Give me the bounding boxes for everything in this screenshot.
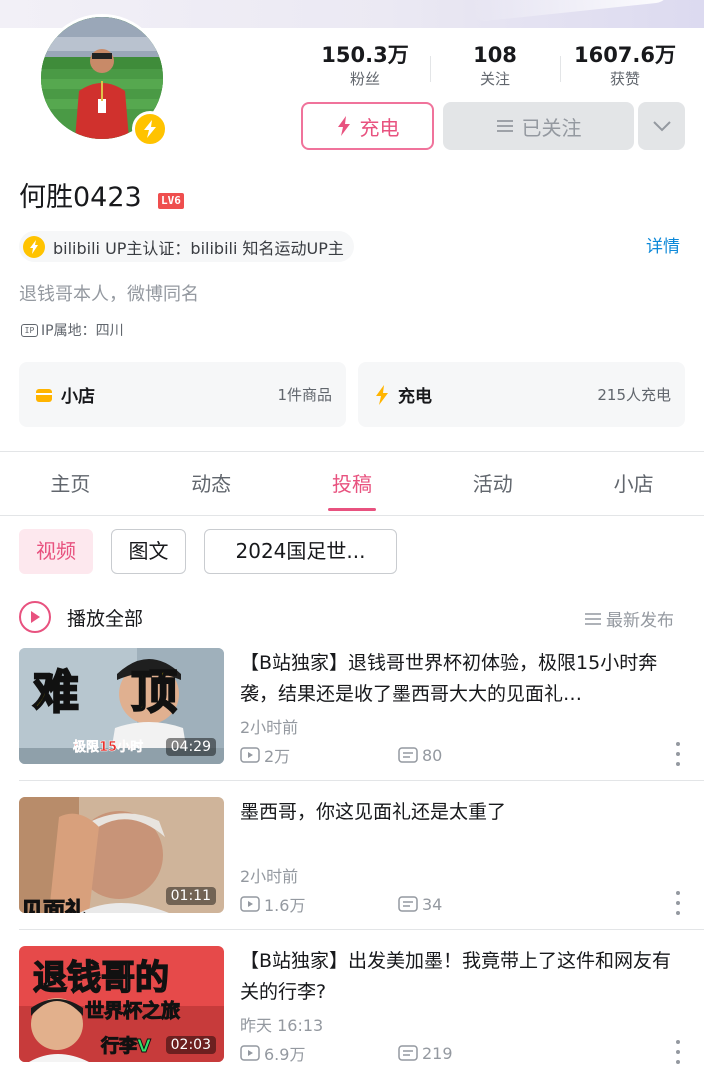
charge-card[interactable]: 充电 215人充电 (358, 362, 685, 427)
detail-link[interactable]: 详情 (646, 232, 680, 257)
comment-count: 80 (422, 745, 443, 765)
charge-card-info: 215人充电 (597, 386, 671, 404)
more-vertical-icon[interactable] (674, 1040, 682, 1064)
thumbnail-caption: 行李V (101, 1036, 152, 1058)
comment-count-icon (398, 1045, 418, 1061)
comment-count-icon (398, 896, 418, 912)
list-divider (19, 929, 704, 930)
stat-label: 粉丝 (349, 70, 380, 88)
play-count-icon (240, 896, 260, 912)
shop-card-info: 1件商品 (277, 386, 332, 404)
play-count: 6.9万 (264, 1045, 306, 1064)
certification-text: bilibili UP主认证：bilibili 知名运动UP主 (53, 238, 344, 258)
video-item[interactable]: 难 顶 极限15小时 04:29 【B站独家】退钱哥世界杯初体验，极限15小时奔… (0, 648, 704, 781)
video-time: 2小时前 (240, 718, 299, 737)
stat-label: 关注 (479, 70, 510, 88)
charge-button[interactable]: 充电 (301, 102, 434, 150)
sort-button[interactable]: 最新发布 (584, 606, 674, 631)
list-divider (19, 780, 704, 781)
profile-tabs: 主页 动态 投稿 活动 小店 (0, 462, 704, 516)
play-all-button[interactable]: 播放全部 (19, 601, 143, 633)
comment-count: 219 (422, 1043, 453, 1063)
chevron-down-icon (652, 121, 671, 132)
video-meta: 2万 80 (240, 743, 556, 767)
play-count: 1.6万 (264, 896, 306, 915)
thumbnail-caption: 退钱哥的 (32, 957, 170, 999)
thumbnail-caption: 见面礼 (20, 899, 88, 914)
stat-label: 获赞 (609, 70, 640, 88)
followed-button-label: 已关注 (521, 115, 582, 140)
bio: 退钱哥本人，微博同名 (19, 284, 199, 305)
stat-following[interactable]: 108 关注 (430, 42, 560, 92)
more-vertical-icon[interactable] (674, 742, 682, 766)
video-item[interactable]: 见面礼 01:11 墨西哥，你这见面礼还是太重了 2小时前 1.6万 34 (0, 797, 704, 930)
shop-card-title: 小店 (61, 387, 95, 407)
stats-bar: 150.3万 粉丝 108 关注 1607.6万 获赞 (300, 42, 690, 92)
play-all-label: 播放全部 (67, 607, 144, 630)
stat-value: 108 (473, 43, 517, 67)
video-item[interactable]: 退钱哥的 世界杯之旅 行李V 02:03 【B站独家】出发美加墨！我竟带上了这件… (0, 946, 704, 1078)
shop-card[interactable]: 小店 1件商品 (19, 362, 346, 427)
video-meta: 6.9万 219 (240, 1041, 556, 1065)
stat-likes[interactable]: 1607.6万 获赞 (560, 42, 690, 92)
play-count: 2万 (264, 747, 291, 766)
thumbnail-caption: 极限15小时 (73, 740, 144, 756)
play-count-icon (240, 1045, 260, 1061)
ip-location-text: IP属地：四川 (41, 323, 124, 339)
level-badge: LV6 (158, 193, 184, 209)
followed-button[interactable]: 已关注 (443, 102, 634, 150)
ip-icon: IP (21, 323, 38, 337)
video-duration: 02:03 (165, 1036, 216, 1054)
video-duration: 04:29 (165, 738, 216, 756)
lightning-icon (23, 235, 45, 258)
comment-count: 34 (422, 894, 443, 914)
thumbnail-caption: 世界杯之旅 (84, 1000, 181, 1023)
filter-article-chip[interactable]: 图文 (111, 529, 186, 574)
tab-home[interactable]: 主页 (0, 462, 141, 515)
tab-dynamic[interactable]: 动态 (141, 462, 282, 515)
thumbnail-caption: 难 顶 (32, 664, 196, 720)
video-time: 昨天 16:13 (240, 1016, 324, 1035)
video-title[interactable]: 【B站独家】出发美加墨！我竟带上了这件和网友有关的行李? (240, 946, 690, 1008)
video-title[interactable]: 墨西哥，你这见面礼还是太重了 (240, 797, 690, 828)
video-thumbnail[interactable]: 见面礼 01:11 (19, 797, 224, 913)
lightning-icon (337, 116, 350, 136)
stat-value: 1607.6万 (573, 43, 677, 67)
shop-icon (36, 388, 52, 402)
sort-label: 最新发布 (606, 611, 674, 631)
video-thumbnail[interactable]: 难 顶 极限15小时 04:29 (19, 648, 224, 764)
charge-card-title: 充电 (398, 387, 432, 407)
video-thumbnail[interactable]: 退钱哥的 世界杯之旅 行李V 02:03 (19, 946, 224, 1062)
video-time: 2小时前 (240, 867, 299, 886)
ip-location: IP IP属地：四川 (21, 320, 124, 340)
more-vertical-icon[interactable] (674, 891, 682, 915)
filter-video-chip[interactable]: 视频 (19, 529, 93, 574)
video-meta: 1.6万 34 (240, 892, 556, 916)
tab-activity[interactable]: 活动 (422, 462, 563, 515)
stat-value: 150.3万 (321, 43, 409, 67)
more-options-button[interactable] (638, 102, 685, 150)
play-count-icon (240, 747, 260, 763)
sort-icon (585, 612, 601, 625)
video-title[interactable]: 【B站独家】退钱哥世界杯初体验，极限15小时奔袭，结果还是收了墨西哥大大的见面礼… (240, 648, 690, 710)
video-duration: 01:11 (165, 887, 216, 905)
lightning-icon (376, 384, 388, 405)
section-divider (0, 451, 704, 452)
comment-count-icon (398, 747, 418, 763)
filter-series-chip[interactable]: 2024国足世... (204, 529, 397, 574)
user-name: 何胜0423 (19, 182, 142, 213)
tab-uploads[interactable]: 投稿 (282, 462, 423, 515)
charge-button-label: 充电 (359, 115, 400, 140)
certification-tag: bilibili UP主认证：bilibili 知名运动UP主 (19, 231, 354, 262)
stat-fans[interactable]: 150.3万 粉丝 (300, 42, 430, 92)
menu-icon (496, 120, 513, 132)
up-verified-badge-icon (132, 111, 168, 147)
play-icon (19, 601, 51, 633)
tab-shop[interactable]: 小店 (563, 462, 704, 515)
